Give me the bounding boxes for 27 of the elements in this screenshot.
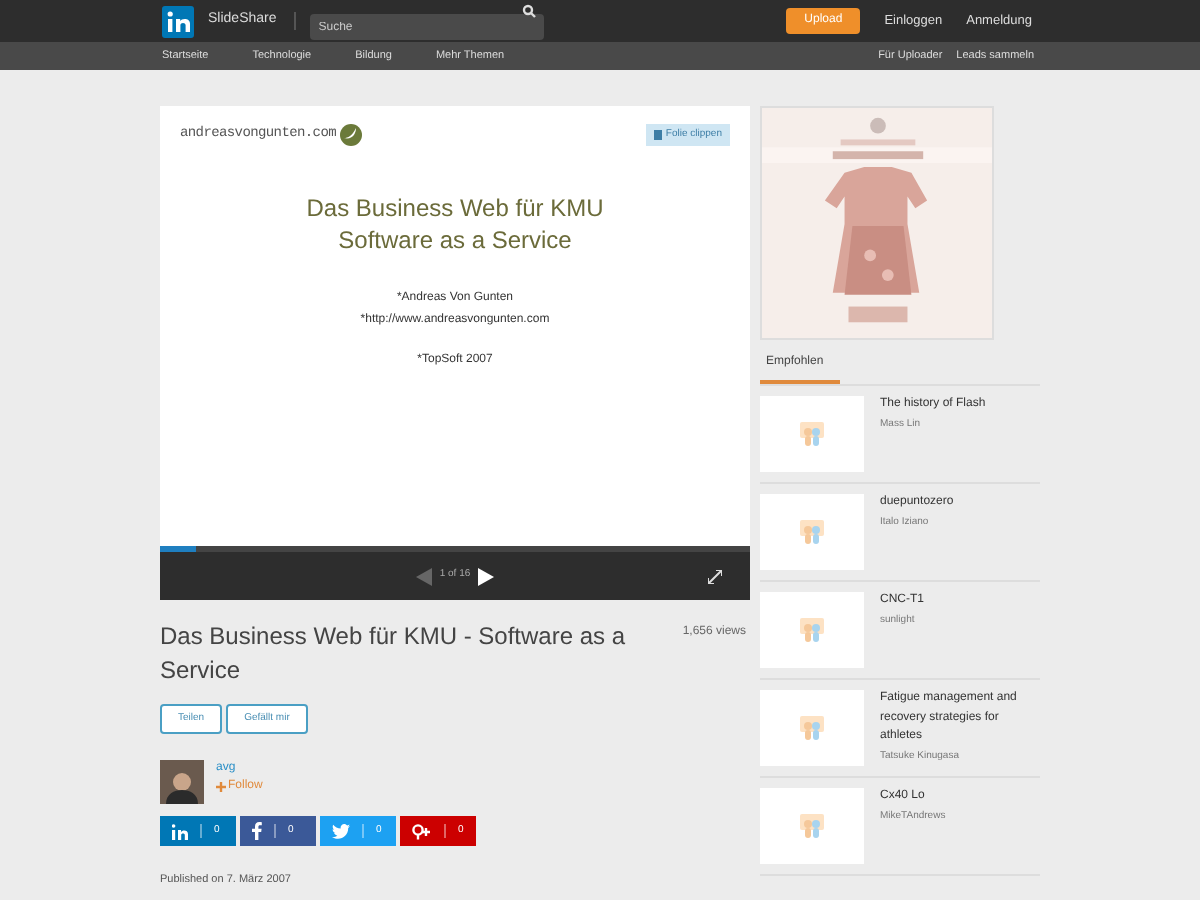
slide-thumbnail[interactable] <box>760 690 864 766</box>
progress-track[interactable] <box>160 546 750 552</box>
play-icon[interactable] <box>478 567 495 585</box>
linkedin-icon <box>172 823 188 839</box>
slideshare-placeholder-icon <box>798 518 826 546</box>
fullscreen-icon[interactable] <box>708 569 722 583</box>
bird-icon <box>332 823 350 839</box>
presentation-title: Das Business Web für KMU - Software as a Service <box>160 620 628 688</box>
slide-thumbnail[interactable] <box>760 788 864 864</box>
slideshare-placeholder-icon <box>798 812 826 840</box>
slide-thumbnail[interactable] <box>760 396 864 472</box>
slide-title: Software as a Service <box>338 224 572 256</box>
search-icon[interactable] <box>522 3 537 17</box>
leaf-logo-icon <box>340 124 363 146</box>
slide-thumbnail[interactable] <box>760 494 864 570</box>
person-silhouette-icon <box>164 768 200 804</box>
slide-title: Das Business Web für KMU <box>306 192 604 224</box>
author-avatar[interactable] <box>160 760 204 804</box>
slideshare-placeholder-icon <box>798 616 826 644</box>
plus-icon <box>216 782 226 792</box>
slide-thumbnail[interactable] <box>760 592 864 668</box>
google-plus-icon <box>412 823 432 839</box>
previous-icon[interactable] <box>415 567 432 585</box>
facebook-icon <box>252 822 262 840</box>
linkedin-logo-icon[interactable] <box>162 5 194 37</box>
slideshare-placeholder-icon <box>798 420 826 448</box>
slideshare-placeholder-icon <box>798 714 826 742</box>
